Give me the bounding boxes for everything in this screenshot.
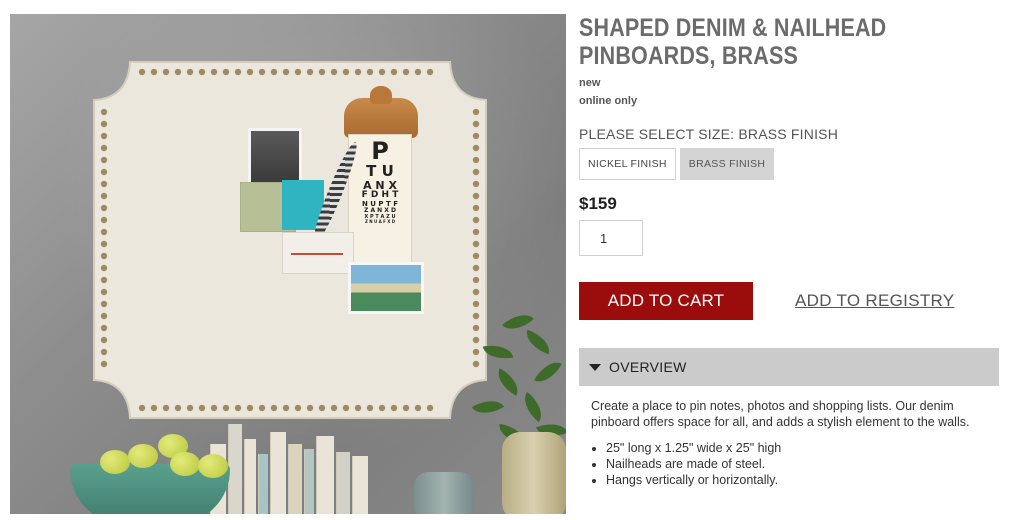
product-title-line: SHAPED DENIM & NAILHEAD — [579, 14, 887, 42]
eye-chart-card: P T U A N X F D H T N U P T F Z A N X D … — [348, 134, 412, 274]
product-title: SHAPED DENIM & NAILHEAD PINBOARDS, BRASS — [579, 14, 1000, 70]
pinned-postcard — [348, 262, 424, 314]
pinned-arrow-card — [282, 232, 354, 274]
product-image[interactable]: P T U A N X F D H T N U P T F Z A N X D … — [10, 14, 566, 514]
overview-heading: OVERVIEW — [609, 359, 687, 375]
overview-content: Create a place to pin notes, photos and … — [579, 386, 1001, 488]
overview-description: Create a place to pin notes, photos and … — [591, 399, 970, 429]
list-item: 25" long x 1.25" wide x 25" high — [606, 440, 989, 456]
size-option-nickel-finish[interactable]: NICKEL FINISH — [579, 148, 676, 180]
size-select-label: PLEASE SELECT SIZE: BRASS FINISH — [579, 126, 839, 142]
list-item: Hangs vertically or horizontally. — [606, 472, 989, 488]
overview-toggle[interactable]: OVERVIEW — [579, 348, 999, 386]
size-option-brass-finish[interactable]: BRASS FINISH — [679, 148, 775, 180]
list-item: Nailheads are made of steel. — [606, 456, 989, 472]
fruit-bowl — [70, 434, 230, 514]
badge-online-only: online only — [579, 95, 638, 107]
product-title-line: PINBOARDS, BRASS — [579, 42, 798, 70]
add-to-cart-button[interactable]: ADD TO CART — [579, 282, 753, 320]
eye-chart-row: T U — [366, 162, 394, 181]
eye-chart-row: P — [371, 137, 389, 165]
size-options: NICKEL FINISH BRASS FINISH — [579, 148, 1001, 180]
purchase-actions: ADD TO CART ADD TO REGISTRY — [579, 282, 1001, 320]
caret-down-icon — [589, 363, 601, 371]
price: $159 — [579, 194, 617, 213]
quantity-input[interactable] — [579, 220, 643, 256]
small-vase — [414, 472, 474, 514]
add-to-registry-link[interactable]: ADD TO REGISTRY — [795, 291, 954, 311]
overview-bullets: 25" long x 1.25" wide x 25" high Nailhea… — [591, 440, 989, 488]
vase — [502, 432, 566, 514]
clipboard-clip — [344, 86, 418, 138]
book-stack — [210, 424, 410, 514]
product-info: SHAPED DENIM & NAILHEAD PINBOARDS, BRASS… — [579, 14, 1001, 488]
eye-chart-row: Z N U A F X D — [364, 218, 396, 224]
badge-new: new — [579, 77, 601, 89]
